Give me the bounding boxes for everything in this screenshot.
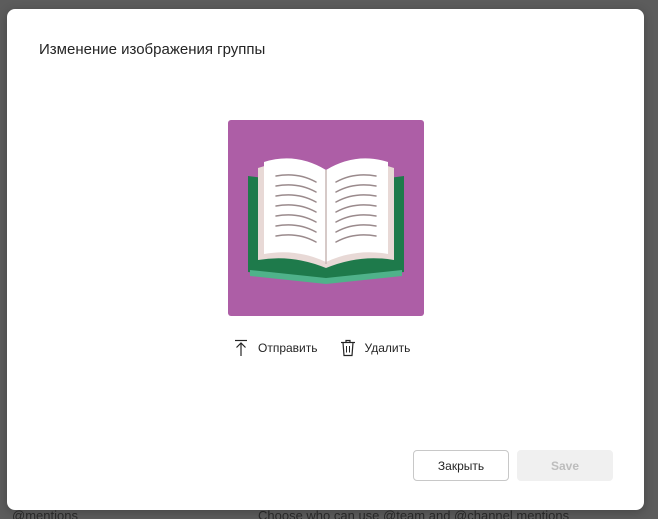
upload-button[interactable]: Отправить (233, 339, 318, 357)
save-button[interactable]: Save (517, 450, 613, 481)
image-actions: Отправить Удалить (233, 339, 410, 357)
delete-label: Удалить (364, 341, 411, 355)
close-button[interactable]: Закрыть (413, 450, 509, 481)
change-group-image-dialog: Изменение изображения группы Отправить У… (7, 9, 644, 510)
dialog-title: Изменение изображения группы (39, 41, 266, 58)
delete-button[interactable]: Удалить (340, 339, 411, 357)
group-image-preview (228, 120, 424, 316)
upload-icon (235, 339, 247, 356)
trash-icon (340, 339, 355, 357)
upload-label: Отправить (258, 341, 318, 355)
open-book-icon (248, 158, 404, 284)
